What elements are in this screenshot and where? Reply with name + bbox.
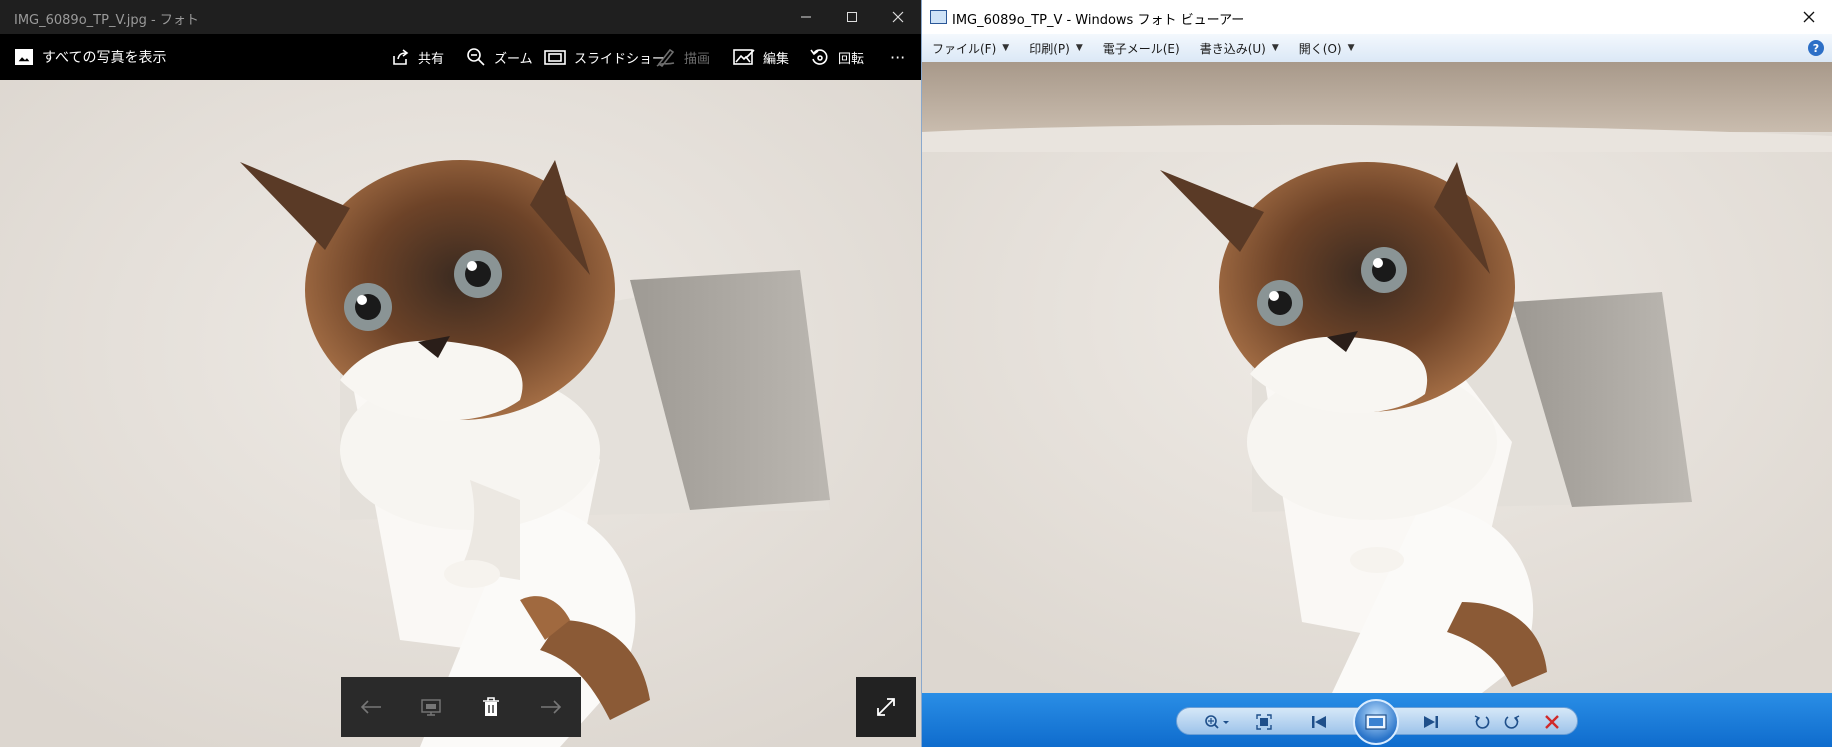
- close-icon: [892, 11, 904, 23]
- display-icon: [421, 699, 441, 716]
- viewer-photo-image: [922, 62, 1832, 693]
- share-label: 共有: [418, 51, 445, 67]
- chevron-down-icon: ▼: [1002, 43, 1010, 53]
- delete-photo-button[interactable]: [471, 687, 511, 727]
- photos-window-title: IMG_6089o_TP_V.jpg - フォト: [14, 13, 199, 28]
- menu-file[interactable]: ファイル(F) ▼: [922, 40, 1019, 57]
- more-icon: ···: [890, 47, 906, 67]
- rotate-button[interactable]: 回転: [810, 34, 864, 80]
- share-icon: [393, 49, 409, 65]
- photos-toolbar: すべての写真を表示 共有 ズーム スライドショー 描画 編集 回転 ···: [0, 34, 921, 80]
- zoom-label: ズーム: [494, 51, 533, 67]
- viewer-controls-pill: [1176, 699, 1578, 745]
- maximize-button[interactable]: [829, 0, 875, 34]
- photos-collection-icon: [15, 49, 33, 65]
- minimize-button[interactable]: [783, 0, 829, 34]
- help-icon: ?: [1812, 41, 1820, 55]
- zoom-button[interactable]: [1197, 708, 1237, 736]
- skip-next-icon: [1424, 716, 1438, 728]
- fullscreen-button[interactable]: [856, 677, 916, 737]
- set-as-button[interactable]: [411, 687, 451, 727]
- menu-email[interactable]: 電子メール(E): [1093, 40, 1190, 57]
- photo-viewer-app-icon: [930, 10, 947, 24]
- share-button[interactable]: 共有: [390, 34, 444, 80]
- previous-photo-button[interactable]: [351, 687, 391, 727]
- viewer-window-title: IMG_6089o_TP_V - Windows フォト ビューアー: [952, 13, 1245, 28]
- see-all-photos-button[interactable]: すべての写真を表示: [14, 34, 166, 80]
- draw-button[interactable]: 描画: [656, 34, 710, 80]
- arrow-right-icon: [541, 700, 562, 714]
- menu-print[interactable]: 印刷(P) ▼: [1019, 40, 1093, 57]
- photo-navigation-bar: [341, 677, 581, 737]
- slideshow-label: スライドショー: [574, 51, 666, 67]
- photos-title-bar: IMG_6089o_TP_V.jpg - フォト: [0, 0, 921, 34]
- edit-image-icon: [733, 49, 755, 65]
- menu-file-label: ファイル(F): [932, 41, 997, 56]
- slideshow-button[interactable]: スライドショー: [544, 34, 665, 80]
- viewer-control-bar: [922, 693, 1832, 747]
- photos-app-window: IMG_6089o_TP_V.jpg - フォト すべての写真を表示 共有 ズー…: [0, 0, 921, 747]
- rotate-clockwise-button[interactable]: [1497, 708, 1527, 736]
- rotate-counterclockwise-button[interactable]: [1467, 708, 1497, 736]
- photo-viewer-window: IMG_6089o_TP_V - Windows フォト ビューアー ファイル(…: [921, 0, 1832, 747]
- delete-button[interactable]: [1537, 708, 1567, 736]
- more-options-button[interactable]: ···: [890, 34, 905, 80]
- rotate-label: 回転: [838, 51, 865, 67]
- chevron-down-icon: ▼: [1075, 43, 1083, 53]
- actual-size-button[interactable]: [1249, 708, 1279, 736]
- rotate-left-icon: [1474, 715, 1490, 729]
- menu-email-label: 電子メール(E): [1102, 41, 1180, 56]
- viewer-close-button[interactable]: [1786, 0, 1832, 34]
- close-icon: [1803, 11, 1815, 23]
- rotate-icon: [810, 49, 828, 65]
- rotate-right-icon: [1504, 715, 1520, 729]
- next-photo-button[interactable]: [531, 687, 571, 727]
- delete-icon: [1545, 715, 1559, 729]
- close-button[interactable]: [875, 0, 921, 34]
- edit-label: 編集: [763, 51, 790, 67]
- pen-icon: [656, 48, 675, 67]
- arrow-left-icon: [360, 700, 381, 714]
- play-slideshow-button[interactable]: [1353, 699, 1399, 745]
- see-all-photos-label: すべての写真を表示: [42, 50, 167, 66]
- fullscreen-icon: [877, 698, 895, 716]
- menu-open[interactable]: 開く(O) ▼: [1289, 40, 1365, 57]
- skip-previous-icon: [1312, 716, 1326, 728]
- viewer-menu-bar: ファイル(F) ▼ 印刷(P) ▼ 電子メール(E) 書き込み(U) ▼ 開く(O) ▼…: [922, 34, 1832, 63]
- slideshow-icon: [1365, 714, 1387, 730]
- slideshow-icon: [544, 50, 566, 65]
- minimize-icon: [801, 16, 811, 18]
- menu-open-label: 開く(O): [1298, 41, 1342, 56]
- actual-size-icon: [1256, 714, 1272, 730]
- menu-burn[interactable]: 書き込み(U) ▼: [1190, 40, 1289, 57]
- trash-icon: [483, 697, 499, 716]
- previous-button[interactable]: [1299, 708, 1339, 736]
- help-button[interactable]: ?: [1808, 40, 1824, 56]
- cat-photo: [0, 80, 921, 747]
- zoom-icon: [467, 48, 485, 66]
- chevron-down-icon: ▼: [1271, 43, 1279, 53]
- cat-photo: [922, 62, 1832, 693]
- viewer-title-bar: IMG_6089o_TP_V - Windows フォト ビューアー: [922, 0, 1832, 34]
- menu-burn-label: 書き込み(U): [1199, 41, 1266, 56]
- next-button[interactable]: [1411, 708, 1451, 736]
- draw-label: 描画: [684, 51, 711, 67]
- menu-print-label: 印刷(P): [1029, 41, 1070, 56]
- edit-button[interactable]: 編集: [733, 34, 789, 80]
- zoom-icon: [1205, 715, 1229, 729]
- zoom-button[interactable]: ズーム: [466, 34, 533, 80]
- photo-image: [0, 80, 921, 747]
- maximize-icon: [847, 12, 857, 22]
- chevron-down-icon: ▼: [1347, 43, 1355, 53]
